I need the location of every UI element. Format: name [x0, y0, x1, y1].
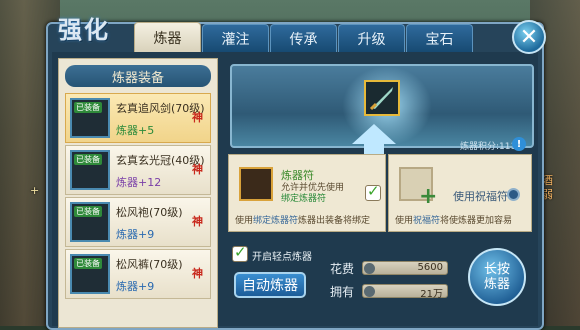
selected-equipment-slot[interactable] — [364, 80, 400, 116]
cost-bar: 5600 — [362, 261, 448, 275]
equipment-list-panel: 炼器装备 已装备 玄真追风剑(70级) 炼器+5 神 已装备 玄真玄光冠(40级… — [58, 58, 218, 328]
equipment-bonus: 炼器+12 — [116, 176, 162, 189]
tab-inherit[interactable]: 传承 — [270, 24, 337, 52]
equipped-badge: 已装备 — [74, 258, 102, 269]
equipment-item[interactable]: 已装备 松风裤(70级) 炼器+9 神 — [65, 249, 211, 299]
forge-charm-icon — [239, 167, 273, 201]
use-blessing-toggle[interactable] — [507, 188, 520, 201]
light-refine-checkbox[interactable] — [232, 243, 248, 262]
tab-upgrade[interactable]: 升级 — [338, 24, 405, 52]
forge-charm-name: 炼器符 — [281, 169, 314, 182]
blessing-tip: 使用祝福符将使炼器更加容易 — [395, 213, 512, 226]
tip-prefix: 使用 — [395, 216, 414, 226]
equipment-item[interactable]: 已装备 松风袍(70级) 炼器+9 神 — [65, 197, 211, 247]
equipped-badge: 已装备 — [74, 154, 102, 165]
dialog-title: 强化 — [58, 15, 110, 44]
divine-mark: 神 — [192, 163, 203, 176]
equipment-list-header: 炼器装备 — [65, 65, 211, 87]
cost-value: 5600 — [417, 262, 443, 273]
forge-charm-desc-line2: 绑定炼器符 — [281, 194, 327, 204]
exclamation-icon: ! — [516, 138, 522, 150]
hold-refine-label: 长按炼器 — [483, 262, 510, 292]
tab-refine[interactable]: 炼器 — [134, 22, 201, 52]
info-button[interactable]: ! — [512, 137, 526, 151]
close-icon: ✕ — [519, 24, 539, 50]
tip-prefix: 使用 — [235, 216, 254, 226]
add-blessing-slot[interactable]: + — [399, 167, 437, 208]
sword-icon — [369, 87, 393, 111]
coin-icon — [364, 263, 375, 274]
upgrade-arrow-stem — [364, 142, 384, 154]
equipment-bonus: 炼器+5 — [116, 124, 155, 137]
owned-bar: 21万 — [362, 284, 448, 300]
blessing-charm-option: + 使用祝福符 使用祝福符将使炼器更加容易 — [388, 154, 532, 232]
tip-highlight: 祝福符 — [413, 216, 441, 226]
coin-icon — [364, 286, 375, 297]
cost-label: 花费 — [330, 262, 355, 276]
tip-suffix: 炼器出装备将绑定 — [298, 216, 371, 226]
background-text-left: + — [30, 184, 40, 197]
owned-value: 21万 — [420, 289, 443, 300]
pants-icon: 已装备 — [70, 254, 110, 294]
equipped-badge: 已装备 — [74, 102, 102, 113]
hold-refine-button[interactable]: 长按炼器 — [468, 248, 526, 306]
close-button[interactable]: ✕ — [512, 20, 546, 54]
forge-charm-option: 炼器符 允许并优先使用 绑定炼器符 使用绑定炼器符炼器出装备将绑定 — [228, 154, 386, 232]
plus-icon: + — [419, 184, 438, 209]
use-blessing-label: 使用祝福符 — [453, 190, 508, 203]
use-bound-charm-checkbox[interactable] — [365, 182, 381, 201]
equipment-item[interactable]: 已装备 玄真追风剑(70级) 炼器+5 神 — [65, 93, 211, 143]
equipment-bonus: 炼器+9 — [116, 228, 155, 241]
tip-suffix: 将使炼器更加容易 — [440, 216, 513, 226]
sword-icon: 已装备 — [70, 98, 110, 138]
tab-infuse[interactable]: 灌注 — [202, 24, 269, 52]
owned-label: 拥有 — [330, 285, 355, 299]
equipment-item[interactable]: 已装备 玄真玄光冠(40级) 炼器+12 神 — [65, 145, 211, 195]
divine-mark: 神 — [192, 111, 203, 124]
light-refine-label: 开启轻点炼器 — [252, 252, 312, 263]
forge-charm-tip: 使用绑定炼器符炼器出装备将绑定 — [235, 213, 370, 226]
equipped-badge: 已装备 — [74, 206, 102, 217]
divine-mark: 神 — [192, 215, 203, 228]
upgrade-arrow-icon — [352, 124, 396, 144]
equipment-name: 松风裤(70级) — [116, 258, 183, 271]
forge-charm-desc-line1: 允许并优先使用 — [281, 183, 345, 193]
equipment-name: 松风袍(70级) — [116, 206, 183, 219]
tab-bar: 炼器 灌注 传承 升级 宝石 — [134, 22, 474, 54]
forge-charm-desc: 允许并优先使用 绑定炼器符 — [281, 183, 344, 205]
tab-gem[interactable]: 宝石 — [406, 24, 473, 52]
auto-refine-button[interactable]: 自动炼器 — [234, 272, 306, 298]
equipment-bonus: 炼器+9 — [116, 280, 155, 293]
divine-mark: 神 — [192, 267, 203, 280]
tip-highlight: 绑定炼器符 — [253, 216, 299, 226]
robe-icon: 已装备 — [70, 202, 110, 242]
helmet-icon: 已装备 — [70, 150, 110, 190]
